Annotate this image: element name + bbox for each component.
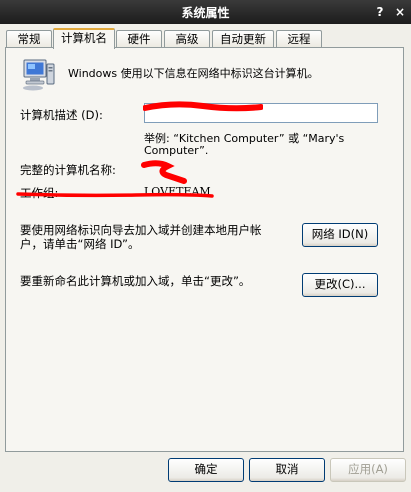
computer-name-panel: Windows 使用以下信息在网络中标识这台计算机。 计算机描述 (D): 举例… [5, 47, 404, 452]
tab-remote[interactable]: 远程 [276, 30, 322, 48]
cancel-button[interactable]: 取消 [249, 458, 325, 482]
apply-button[interactable]: 应用(A) [330, 458, 406, 482]
window-title: 系统属性 [181, 6, 230, 20]
redaction-underline-workgroup [16, 192, 214, 198]
system-properties-window: 系统属性 ? × 常规 计算机名 硬件 高级 自动更新 远程 Windows 使… [0, 0, 411, 492]
redaction-mark-description [143, 101, 263, 112]
tab-strip: 常规 计算机名 硬件 高级 自动更新 远程 [4, 28, 408, 49]
ok-button[interactable]: 确定 [168, 458, 244, 482]
tab-general[interactable]: 常规 [6, 30, 52, 48]
full-name-label: 完整的计算机名称: [20, 163, 116, 177]
redaction-mark-fullname [141, 160, 187, 184]
network-id-text-line2: 户，请单击“网络 ID”。 [20, 237, 140, 251]
example-text-line2: Computer”. [144, 144, 209, 157]
title-bar: 系统属性 ? × [0, 0, 411, 24]
network-id-button[interactable]: 网络 ID(N) [302, 223, 378, 247]
rename-text: 要重新命名此计算机或加入域，单击“更改”。 [20, 274, 251, 288]
change-button[interactable]: 更改(C)... [302, 273, 378, 297]
tab-auto-update[interactable]: 自动更新 [212, 30, 274, 48]
intro-text: Windows 使用以下信息在网络中标识这台计算机。 [68, 67, 319, 80]
help-button[interactable]: ? [372, 4, 388, 20]
tab-advanced[interactable]: 高级 [164, 30, 210, 48]
tab-computer-name[interactable]: 计算机名 [53, 28, 115, 49]
computer-icon [23, 59, 55, 91]
tab-hardware[interactable]: 硬件 [116, 30, 162, 48]
close-button[interactable]: × [392, 4, 408, 20]
description-label: 计算机描述 (D): [20, 108, 103, 122]
